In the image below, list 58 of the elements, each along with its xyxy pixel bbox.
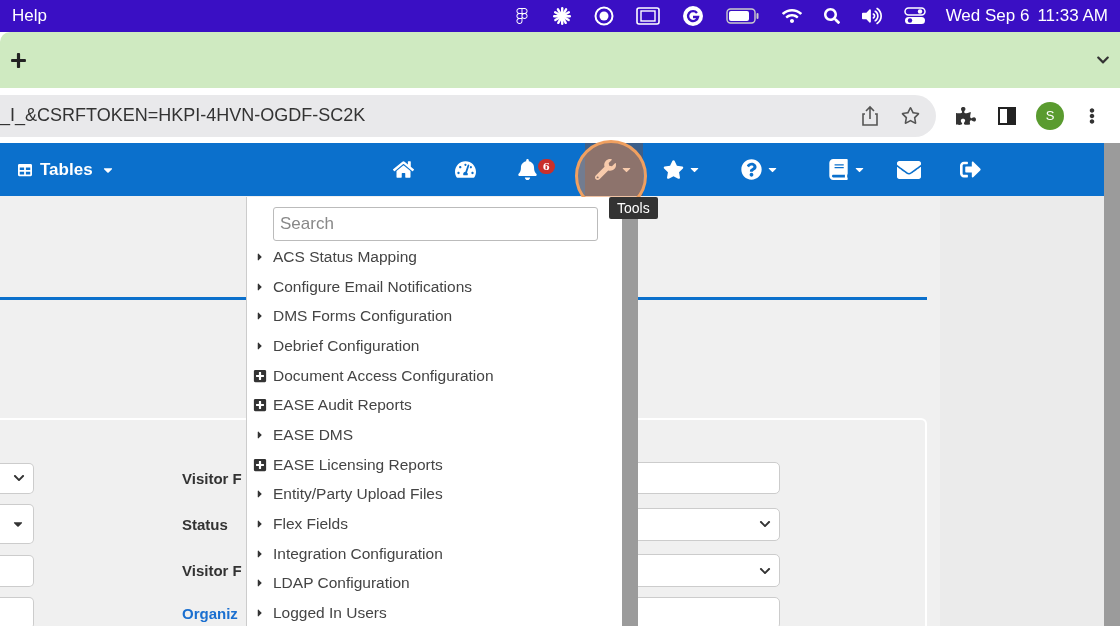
wrench-icon	[594, 159, 616, 180]
menu-item[interactable]: Integration Configuration	[253, 538, 622, 569]
scrollbar[interactable]	[1104, 143, 1120, 626]
menu-item[interactable]: Entity/Party Upload Files	[253, 479, 622, 510]
menu-item[interactable]: Flex Fields	[253, 509, 622, 539]
sign-out-icon	[960, 159, 982, 180]
notification-badge: 6	[537, 159, 555, 174]
select-field[interactable]	[0, 462, 34, 494]
nav-button[interactable]: 6	[496, 143, 559, 196]
help-icon	[740, 159, 762, 180]
search-field[interactable]: Search	[273, 207, 598, 241]
bell-icon	[517, 159, 539, 180]
menu-item[interactable]: Help	[12, 6, 47, 26]
tables-menu[interactable]: Tables	[18, 159, 115, 180]
menu-item[interactable]: DMS Forms Configuration	[253, 301, 622, 332]
tooltip: Tools	[609, 197, 658, 219]
home-icon	[393, 159, 415, 180]
volume-icon[interactable]	[861, 6, 882, 26]
field-label: Visitor F	[182, 562, 242, 579]
menu-item[interactable]: Logged In Users	[253, 598, 622, 626]
book-icon	[827, 159, 849, 180]
menu-item[interactable]: ACS Status Mapping	[253, 242, 622, 272]
control-center-icon[interactable]	[903, 7, 926, 25]
asterisk-icon[interactable]	[551, 6, 572, 26]
menu-bar-date: Wed Sep 6	[945, 6, 1030, 26]
battery-icon[interactable]	[725, 8, 760, 24]
g-circle-icon[interactable]	[681, 5, 704, 27]
menu-item[interactable]: EASE Licensing Reports	[253, 449, 622, 480]
wifi-icon[interactable]	[781, 6, 802, 26]
side-panel-icon[interactable]	[998, 106, 1016, 125]
chevron-down-icon	[13, 472, 25, 484]
select-field[interactable]	[0, 504, 34, 544]
menu-item[interactable]: Debrief Configuration	[253, 331, 622, 361]
bookmark-star-icon[interactable]	[901, 106, 920, 125]
input-field[interactable]	[0, 597, 34, 626]
menu-bar-time: 11:33 AM	[1037, 6, 1108, 26]
input-field[interactable]	[0, 554, 34, 587]
menu-item[interactable]: Configure Email Notifications	[253, 271, 622, 302]
star-icon	[662, 159, 684, 180]
nav-button[interactable]	[584, 143, 643, 196]
search-icon[interactable]	[823, 8, 840, 24]
menu-item[interactable]: LDAP Configuration	[253, 568, 622, 599]
address-bar[interactable]: _I_&CSRFTOKEN=HKPI-4HVN-OGDF-SC2K	[0, 94, 936, 137]
screen-icon[interactable]	[635, 7, 660, 25]
chevron-down-icon	[759, 518, 771, 530]
menu-item[interactable]: EASE Audit Reports	[253, 390, 622, 421]
field-label: Visitor F	[182, 469, 242, 487]
record-icon[interactable]	[593, 6, 614, 26]
new-tab-icon[interactable]	[10, 51, 27, 69]
url-text: _I_&CSRFTOKEN=HKPI-4HVN-OGDF-SC2K	[0, 105, 367, 126]
field-label: Status	[182, 515, 228, 533]
share-icon[interactable]	[861, 104, 879, 127]
dashboard-icon	[455, 159, 477, 180]
extensions-icon[interactable]	[956, 105, 976, 126]
table-icon	[18, 162, 32, 177]
menu-item[interactable]: Document Access Configuration	[253, 360, 622, 391]
menu-item[interactable]: EASE DMS	[253, 420, 622, 450]
field-link[interactable]: Organiz	[182, 604, 238, 622]
